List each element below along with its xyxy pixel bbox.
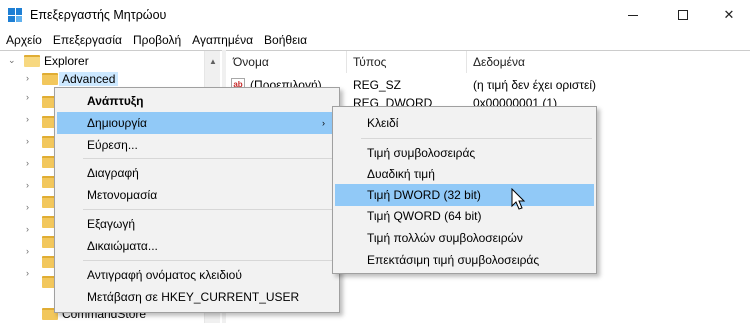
window-title: Επεξεργαστής Μητρώου bbox=[30, 8, 167, 22]
chevron-right-icon[interactable]: › bbox=[26, 224, 29, 234]
chevron-right-icon[interactable]: › bbox=[26, 158, 29, 168]
tree-label-explorer: Explorer bbox=[44, 54, 89, 68]
registry-editor-icon bbox=[8, 8, 22, 22]
scroll-up-icon[interactable]: ▲ bbox=[209, 57, 217, 66]
menu-item-find[interactable]: Εύρεση... bbox=[57, 134, 337, 156]
chevron-right-icon[interactable]: › bbox=[26, 92, 29, 102]
menu-favorites[interactable]: Αγαπημένα bbox=[186, 30, 258, 50]
tree-item-explorer[interactable]: ⌄ Explorer bbox=[6, 52, 89, 70]
menu-item-permissions[interactable]: Δικαιώματα... bbox=[57, 235, 337, 257]
row-type: REG_SZ bbox=[353, 78, 402, 92]
chevron-right-icon[interactable]: › bbox=[26, 202, 29, 212]
column-divider[interactable] bbox=[466, 51, 467, 73]
context-menu: Ανάπτυξη Δημιουργία › Εύρεση... Διαγραφή… bbox=[54, 87, 340, 313]
minimize-icon bbox=[628, 14, 638, 16]
menu-file[interactable]: Αρχείο bbox=[0, 30, 47, 50]
maximize-icon bbox=[678, 10, 688, 20]
menu-item-export[interactable]: Εξαγωγή bbox=[57, 213, 337, 235]
folder-open-icon bbox=[24, 55, 40, 67]
chevron-right-icon[interactable]: › bbox=[26, 268, 29, 278]
submenu-item-qword-value[interactable]: Τιμή QWORD (64 bit) bbox=[335, 205, 594, 227]
menu-item-new-label: Δημιουργία bbox=[87, 116, 147, 130]
submenu-item-binary-value[interactable]: Δυαδική τιμή bbox=[335, 163, 594, 185]
title-bar: Επεξεργαστής Μητρώου ✕ bbox=[0, 0, 750, 30]
new-submenu: Κλειδί Τιμή συμβολοσειράς Δυαδική τιμή Τ… bbox=[332, 106, 597, 274]
chevron-right-icon[interactable]: › bbox=[26, 73, 29, 83]
chevron-right-icon[interactable]: › bbox=[26, 136, 29, 146]
submenu-item-multi-string-value[interactable]: Τιμή πολλών συμβολοσειρών bbox=[335, 227, 594, 249]
column-divider[interactable] bbox=[346, 51, 347, 73]
chevron-down-icon[interactable]: ⌄ bbox=[8, 55, 16, 66]
mouse-cursor-icon bbox=[511, 188, 526, 210]
maximize-button[interactable] bbox=[660, 0, 706, 30]
submenu-item-key[interactable]: Κλειδί bbox=[335, 112, 594, 134]
submenu-item-expandable-string-value[interactable]: Επεκτάσιμη τιμή συμβολοσειράς bbox=[335, 249, 594, 271]
chevron-right-icon[interactable]: › bbox=[26, 246, 29, 256]
menu-separator bbox=[83, 209, 335, 210]
menu-separator bbox=[83, 260, 335, 261]
menu-item-new[interactable]: Δημιουργία › bbox=[57, 112, 337, 134]
close-icon: ✕ bbox=[723, 7, 735, 22]
menu-item-goto-hkcu[interactable]: Μετάβαση σε HKEY_CURRENT_USER bbox=[57, 286, 337, 308]
menu-view[interactable]: Προβολή bbox=[127, 30, 186, 50]
chevron-right-icon[interactable]: › bbox=[26, 114, 29, 124]
submenu-item-dword-value[interactable]: Τιμή DWORD (32 bit) bbox=[335, 184, 594, 206]
menu-help[interactable]: Βοήθεια bbox=[258, 30, 312, 50]
menu-bar: Αρχείο Επεξεργασία Προβολή Αγαπημένα Βοή… bbox=[0, 30, 750, 50]
row-data: (η τιμή δεν έχει οριστεί) bbox=[473, 78, 597, 92]
menu-item-expand[interactable]: Ανάπτυξη bbox=[57, 90, 337, 112]
chevron-right-icon[interactable]: › bbox=[26, 180, 29, 190]
close-button[interactable]: ✕ bbox=[706, 0, 750, 30]
menu-separator bbox=[83, 158, 335, 159]
column-type[interactable]: Τύπος bbox=[353, 55, 386, 69]
column-name[interactable]: Όνομα bbox=[233, 55, 269, 69]
menu-edit[interactable]: Επεξεργασία bbox=[47, 30, 127, 50]
column-data[interactable]: Δεδομένα bbox=[473, 55, 525, 69]
menu-item-rename[interactable]: Μετονομασία bbox=[57, 184, 337, 206]
menu-item-copy-key-name[interactable]: Αντιγραφή ονόματος κλειδιού bbox=[57, 264, 337, 286]
minimize-button[interactable] bbox=[610, 0, 656, 30]
tree-label-advanced: Advanced bbox=[59, 72, 119, 86]
submenu-item-string-value[interactable]: Τιμή συμβολοσειράς bbox=[335, 142, 594, 164]
chevron-right-icon: › bbox=[322, 118, 325, 128]
folder-icon bbox=[42, 73, 58, 85]
menu-separator bbox=[361, 138, 592, 139]
menu-item-delete[interactable]: Διαγραφή bbox=[57, 162, 337, 184]
tree-item-advanced[interactable]: › Advanced bbox=[24, 70, 119, 88]
